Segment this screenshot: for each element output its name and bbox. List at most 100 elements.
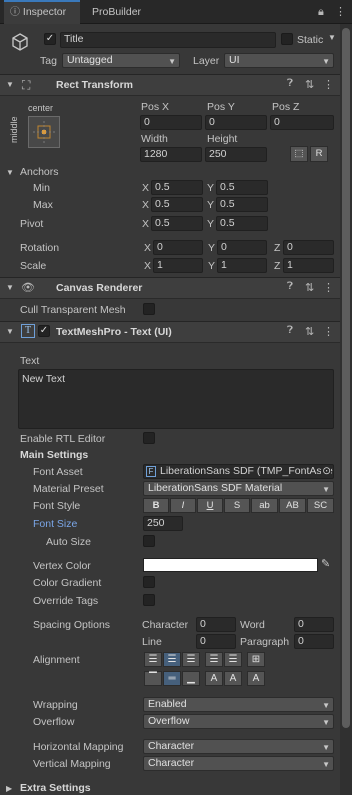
tab-probuilder[interactable]: ProBuilder	[86, 0, 156, 24]
override-tags-checkbox[interactable]	[143, 594, 155, 606]
align-justified-button[interactable]: ☰	[205, 652, 223, 667]
anchors-label: Anchors	[20, 166, 59, 178]
line-spacing-field[interactable]: 0	[196, 634, 236, 649]
text-input-area[interactable]: New Text	[18, 369, 334, 429]
height-field[interactable]: 250	[205, 147, 267, 162]
static-dropdown-icon[interactable]: ▼	[328, 33, 336, 42]
presets-icon[interactable]: ⇅	[305, 281, 314, 294]
width-field[interactable]: 1280	[140, 147, 202, 162]
font-size-field[interactable]: 250	[143, 516, 183, 531]
rotation-x-field[interactable]: 0	[153, 240, 203, 255]
overflow-dropdown[interactable]: Overflow ▼	[143, 714, 334, 729]
pivot-label: Pivot	[20, 218, 44, 230]
anchor-max-x-field[interactable]: 0.5	[151, 197, 203, 212]
pivot-y-field[interactable]: 0.5	[216, 216, 268, 231]
font-style-bold-button[interactable]: B	[143, 498, 169, 513]
rotation-z-field[interactable]: 0	[283, 240, 334, 255]
align-left-button[interactable]: ☰	[144, 652, 162, 667]
scale-z-field[interactable]: 1	[283, 258, 334, 273]
rotation-y-field[interactable]: 0	[217, 240, 267, 255]
scrollbar-thumb[interactable]	[342, 28, 350, 728]
align-middle-button[interactable]: ═	[163, 671, 181, 686]
word-spacing-field[interactable]: 0	[294, 617, 334, 632]
anchor-min-y-field[interactable]: 0.5	[216, 180, 268, 195]
pos-y-label: Pos Y	[207, 101, 235, 113]
object-name-field[interactable]: Title	[60, 32, 276, 48]
horizontal-mapping-dropdown[interactable]: Character ▼	[143, 739, 334, 754]
expand-triangle-icon[interactable]: ▼	[6, 283, 14, 292]
tab-probuilder-label: ProBuilder	[92, 6, 142, 18]
eyedropper-icon[interactable]: ✎	[321, 557, 330, 570]
presets-icon[interactable]: ⇅	[305, 78, 314, 91]
font-style-lowercase-button[interactable]: ab	[251, 498, 278, 513]
textmeshpro-enabled-checkbox[interactable]: ✓	[38, 325, 50, 337]
help-icon[interactable]: ❓︎	[287, 281, 293, 292]
more-icon[interactable]: ⋮	[323, 325, 334, 338]
object-picker-icon[interactable]: ⊙	[321, 465, 331, 478]
align-bottom-button[interactable]: ▁	[182, 671, 200, 686]
cull-transparent-mesh-checkbox[interactable]	[143, 303, 155, 315]
vertex-color-label: Vertex Color	[33, 560, 91, 572]
vertex-color-swatch[interactable]	[143, 558, 318, 572]
anchor-max-y-field[interactable]: 0.5	[216, 197, 268, 212]
pos-z-field[interactable]: 0	[270, 115, 334, 130]
more-icon[interactable]: ⋮	[323, 78, 334, 91]
wrapping-dropdown[interactable]: Enabled ▼	[143, 697, 334, 712]
align-flush-icon: ☰	[228, 654, 238, 665]
anchor-min-x-field[interactable]: 0.5	[151, 180, 203, 195]
help-icon[interactable]: ❓︎	[287, 325, 293, 336]
more-icon[interactable]: ⋮	[323, 281, 334, 294]
align-center-button[interactable]: ☰	[163, 652, 181, 667]
font-style-underline-button[interactable]: U	[197, 498, 223, 513]
raw-edit-button[interactable]: R	[310, 146, 328, 162]
color-gradient-checkbox[interactable]	[143, 576, 155, 588]
expand-triangle-icon[interactable]: ▼	[6, 80, 14, 89]
align-flush-button[interactable]: ☰	[224, 652, 242, 667]
wrapping-label: Wrapping	[33, 699, 78, 711]
lock-icon[interactable]: 🔒︎	[318, 6, 324, 19]
expand-triangle-icon[interactable]: ▼	[6, 327, 14, 336]
align-geometry-button[interactable]: ⊞	[247, 652, 265, 667]
pivot-x-field[interactable]: 0.5	[151, 216, 203, 231]
extra-settings-expand-icon[interactable]: ▶	[6, 784, 12, 793]
rtl-editor-checkbox[interactable]	[143, 432, 155, 444]
vertical-mapping-dropdown[interactable]: Character ▼	[143, 756, 334, 771]
raw-edit-icon: R	[315, 148, 323, 159]
align-midline-button[interactable]: A	[224, 671, 242, 686]
scale-y-field[interactable]: 1	[217, 258, 267, 273]
extra-settings-heading[interactable]: Extra Settings	[20, 782, 91, 794]
font-style-italic-button[interactable]: I	[170, 498, 196, 513]
material-preset-label: Material Preset	[33, 483, 104, 495]
pos-y-field[interactable]: 0	[205, 115, 267, 130]
font-asset-label: Font Asset	[33, 466, 83, 478]
align-right-button[interactable]: ☰	[182, 652, 200, 667]
tab-inspector[interactable]: ⓘ Inspector	[4, 0, 80, 24]
active-checkbox[interactable]: ✓	[44, 33, 56, 45]
paragraph-spacing-field[interactable]: 0	[294, 634, 334, 649]
font-style-strikethrough-button[interactable]: S	[224, 498, 250, 513]
font-asset-field[interactable]: F LiberationSans SDF (TMP_FontAsset) ⊙	[143, 464, 334, 479]
auto-size-checkbox[interactable]	[143, 535, 155, 547]
blueprint-mode-button[interactable]: ⬚	[290, 146, 308, 162]
textmeshpro-icon: T	[21, 324, 35, 338]
scale-x-field[interactable]: 1	[153, 258, 203, 273]
presets-icon[interactable]: ⇅	[305, 325, 314, 338]
pos-x-field[interactable]: 0	[140, 115, 202, 130]
anchor-preset-button[interactable]	[28, 116, 60, 148]
font-style-smallcaps-button[interactable]: SC	[307, 498, 334, 513]
align-capline-button[interactable]: A	[247, 671, 265, 686]
main-settings-heading: Main Settings	[20, 449, 89, 461]
align-baseline-button[interactable]: A	[205, 671, 223, 686]
static-checkbox[interactable]	[281, 33, 293, 45]
tag-dropdown[interactable]: Untagged ▼	[62, 53, 180, 68]
more-icon[interactable]: ⋮	[335, 5, 346, 18]
character-spacing-field[interactable]: 0	[196, 617, 236, 632]
anchor-max-label: Max	[33, 199, 53, 211]
material-preset-dropdown[interactable]: LiberationSans SDF Material ▼	[143, 481, 334, 496]
font-style-uppercase-button[interactable]: AB	[279, 498, 306, 513]
align-top-button[interactable]: ▔	[144, 671, 162, 686]
anchors-expand-icon[interactable]: ▼	[6, 168, 14, 177]
align-bottom-icon: ▁	[187, 673, 195, 684]
layer-dropdown[interactable]: UI ▼	[224, 53, 334, 68]
help-icon[interactable]: ❓︎	[287, 78, 293, 89]
